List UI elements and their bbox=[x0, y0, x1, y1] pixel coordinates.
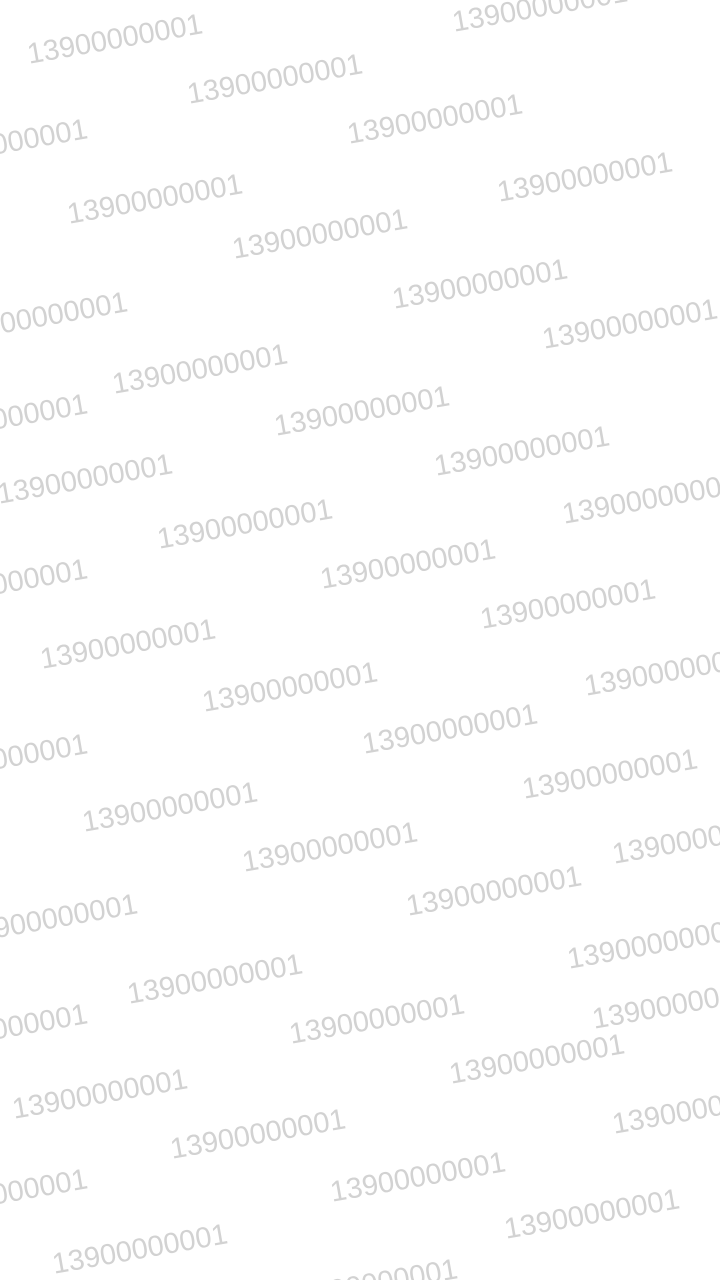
watermark-text: 13900000001 bbox=[239, 816, 421, 879]
watermark-text: 13900000001 bbox=[229, 203, 411, 266]
watermark-text: 13900000001 bbox=[0, 448, 176, 511]
watermark-text: 13900000001 bbox=[37, 613, 219, 676]
watermark-text: 13900000001 bbox=[286, 988, 468, 1051]
watermark-text: 13900000001 bbox=[344, 88, 526, 151]
watermark-text: 13900000001 bbox=[0, 1163, 91, 1226]
watermark-text: 13900000001 bbox=[0, 113, 91, 176]
watermark-text: 13900000001 bbox=[154, 493, 336, 556]
watermark-text: 13900000001 bbox=[609, 808, 720, 871]
watermark-text: 13900000001 bbox=[0, 888, 141, 951]
watermark-text: 13900000001 bbox=[403, 860, 585, 923]
watermark-text: 13900000001 bbox=[0, 998, 91, 1061]
watermark-text: 13900000001 bbox=[449, 0, 631, 39]
watermark-text: 13900000001 bbox=[494, 146, 676, 209]
watermark-text: 13900000001 bbox=[589, 973, 720, 1036]
watermark-text: 13900000001 bbox=[280, 1253, 460, 1280]
watermark-text: 13900000001 bbox=[109, 338, 291, 401]
watermark-text: 13900000001 bbox=[359, 698, 541, 761]
watermark-text: 13900000001 bbox=[564, 913, 720, 976]
watermark-text: 13900000001 bbox=[559, 468, 720, 531]
watermark-text: 13900000001 bbox=[389, 253, 571, 316]
watermark-text: 13900000001 bbox=[0, 553, 91, 616]
watermark-text: 13900000001 bbox=[167, 1103, 349, 1166]
watermark-text: 13900000001 bbox=[519, 743, 701, 806]
watermark-text: 13900000001 bbox=[184, 48, 366, 111]
watermark-text: 13900000001 bbox=[24, 8, 206, 71]
watermark-text: 13900000001 bbox=[317, 533, 499, 596]
watermark-text: 13900000001 bbox=[477, 573, 659, 636]
watermark-text: 13900000001 bbox=[271, 380, 453, 443]
watermark-screen: 13900000001 13900000001 13900000001 1390000… bbox=[0, 0, 720, 1280]
watermark-text: 13900000001 bbox=[539, 293, 720, 356]
watermark-text: 13900000001 bbox=[124, 948, 306, 1011]
watermark-text: 13900000001 bbox=[327, 1146, 509, 1209]
watermark-text: 13900000001 bbox=[501, 1183, 683, 1246]
watermark-text: 13900000001 bbox=[64, 168, 246, 231]
watermark-text: 13900000001 bbox=[199, 656, 381, 719]
watermark-text: 13900000001 bbox=[609, 1078, 720, 1141]
watermark-text: 13900000001 bbox=[0, 728, 91, 791]
watermark-text: 13900000001 bbox=[9, 1063, 191, 1126]
watermark-text: 13900000001 bbox=[0, 388, 91, 451]
watermark-text: 13900000001 bbox=[431, 420, 613, 483]
watermark-text: 13900000001 bbox=[581, 640, 720, 703]
watermark-text: 13900000001 bbox=[446, 1028, 628, 1091]
watermark-text: 13900000001 bbox=[49, 1218, 231, 1280]
watermark-text: 13900000001 bbox=[0, 286, 131, 349]
watermark-text: 13900000001 bbox=[79, 776, 261, 839]
